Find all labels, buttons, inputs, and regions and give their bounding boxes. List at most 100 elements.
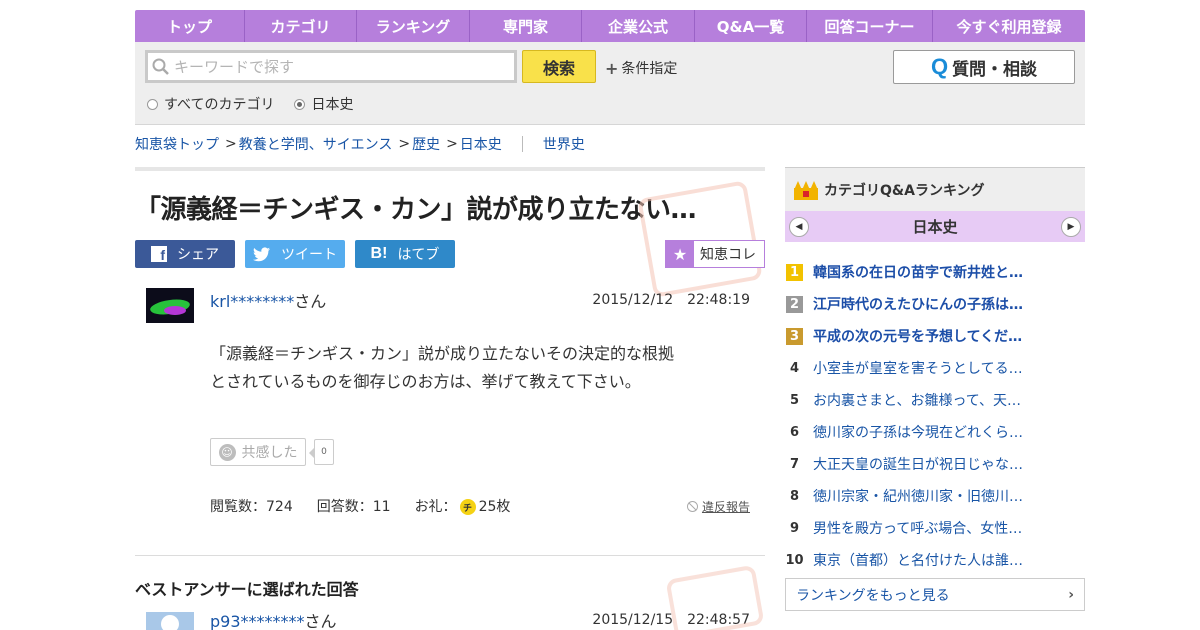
ranking-item[interactable]: 9 男性を殿方って呼ぶ場合、女性… [785, 512, 1085, 544]
nav-ranking[interactable]: ランキング [357, 10, 470, 42]
empathy-label: 共感した [241, 445, 298, 461]
breadcrumb-science[interactable]: 教養と学問、サイエンス [239, 134, 393, 154]
next-category-icon[interactable]: ▶ [1060, 216, 1081, 237]
chevron-right-icon: › [1068, 586, 1074, 603]
hatena-bookmark-icon: B! [370, 245, 388, 262]
facebook-share-label: シェア [177, 247, 219, 263]
report-link[interactable]: 違反報告 [686, 498, 750, 515]
ranking-list: 1 韓国系の在日の苗字で新井姓と… 2 江戸時代のえたひにんの子孫は… 3 平成の次の… [785, 256, 1085, 576]
nav-official[interactable]: 企業公式 [582, 10, 695, 42]
hatena-share-button[interactable]: B! はてブ [355, 240, 455, 268]
empathy-button[interactable]: ☺ 共感した [210, 438, 306, 466]
scope-all-label: すべてのカテゴリ [164, 97, 275, 113]
sidebar-ranking: カテゴリQ&Aランキング ◀ 日本史 ▶ 1 韓国系の在日の苗字で新井姓と… 2江… [785, 167, 1085, 611]
ranking-link[interactable]: 大正天皇の誕生日が祝日じゃな… [813, 454, 1023, 474]
ranking-item[interactable]: 1 韓国系の在日の苗字で新井姓と… [785, 256, 1085, 288]
twitter-icon [253, 246, 270, 261]
avatar[interactable] [146, 612, 194, 630]
ranking-link[interactable]: 東京（首都）と名付けた人は誰… [813, 550, 1023, 570]
question-body-line: 「源義経＝チンギス・カン」説が成り立たないその決定的な根拠 [210, 344, 675, 363]
ranking-item[interactable]: 10 東京（首都）と名付けた人は誰… [785, 544, 1085, 576]
question-body: 「源義経＝チンギス・カン」説が成り立たないその決定的な根拠 とされているものを御… [210, 340, 690, 396]
ranking-category-bar: ◀ 日本史 ▶ [785, 211, 1085, 242]
facebook-share-button[interactable]: f シェア [135, 240, 235, 268]
breadcrumb-top[interactable]: 知恵袋トップ [135, 134, 219, 154]
prev-category-icon[interactable]: ◀ [789, 216, 809, 237]
chiekore-button[interactable]: ★ 知恵コレ [665, 240, 765, 268]
twitter-share-label: ツイート [281, 247, 337, 263]
nav-top[interactable]: トップ [135, 10, 245, 42]
nav-qa-list[interactable]: Q&A一覧 [695, 10, 807, 42]
ranking-item[interactable]: 8 徳川宗家・紀州徳川家・旧徳川… [785, 480, 1085, 512]
question-q-icon: Q [930, 54, 949, 79]
reward-label: お礼： [414, 499, 457, 515]
more-ranking-label: ランキングをもっと見る [796, 587, 950, 604]
ranking-link[interactable]: 男性を殿方って呼ぶ場合、女性… [813, 518, 1022, 538]
ranking-title: カテゴリQ&Aランキング [824, 182, 985, 199]
twitter-share-button[interactable]: ツイート [245, 240, 345, 268]
condition-label: 条件指定 [621, 61, 678, 77]
scope-current-radio[interactable]: 日本史 [294, 94, 353, 114]
breadcrumb-separator: > [398, 136, 411, 152]
search-icon [152, 58, 169, 75]
breadcrumb-history[interactable]: 歴史 [412, 134, 440, 154]
rank-number: 7 [789, 456, 800, 472]
rank-number: 5 [789, 392, 800, 408]
scope-current-label: 日本史 [311, 97, 354, 113]
report-label: 違反報告 [701, 500, 750, 514]
nav-register[interactable]: 今すぐ利用登録 [933, 10, 1085, 42]
reward: お礼：チ 25枚 [414, 496, 511, 516]
search-area: キーワードで探す 検索 + 条件指定 Q 質問・相談 すべてのカテゴリ 日本史 [135, 42, 1085, 125]
nav-category[interactable]: カテゴリ [245, 10, 357, 42]
ranking-link[interactable]: 平成の次の元号を予想してくだ… [813, 326, 1022, 346]
ranking-link[interactable]: 徳川家の子孫は今現在どれくら… [813, 422, 1023, 442]
related-world-history[interactable]: 世界史 [543, 134, 585, 154]
more-ranking-button[interactable]: ランキングをもっと見る › [785, 578, 1085, 611]
global-nav: トップ カテゴリ ランキング 専門家 企業公式 Q&A一覧 回答コーナー 今すぐ… [135, 10, 1085, 42]
ranking-link[interactable]: 徳川宗家・紀州徳川家・旧徳川… [813, 486, 1023, 506]
breadcrumb-japanese-history[interactable]: 日本史 [460, 134, 502, 154]
search-button[interactable]: 検索 [522, 50, 596, 83]
question-body-line: とされているものを御存じのお方は、挙げて教えて下さい。 [210, 372, 641, 391]
ask-question-label: 質問・相談 [952, 59, 1038, 80]
smile-icon: ☺ [218, 443, 236, 461]
ranking-item[interactable]: 3 平成の次の元号を予想してくだ… [785, 320, 1085, 352]
ranking-item[interactable]: 7 大正天皇の誕生日が祝日じゃな… [785, 448, 1085, 480]
rank-number: 3 [786, 327, 803, 345]
scope-all-radio[interactable]: すべてのカテゴリ [147, 94, 274, 114]
ranking-item[interactable]: 2 江戸時代のえたひにんの子孫は… [785, 288, 1085, 320]
question-stats: 閲覧数：724 回答数：11 お礼：チ 25枚 違反報告 [210, 496, 765, 516]
breadcrumb-separator: > [446, 136, 458, 152]
question-date: 2015/12/12 22:48:19 [592, 292, 750, 308]
watermark-stamp [637, 180, 763, 298]
section-divider [135, 555, 765, 556]
rank-number: 6 [789, 424, 800, 440]
view-count: 閲覧数：724 [210, 499, 293, 515]
ranking-link[interactable]: お内裏さまと、お雛様って、天… [813, 390, 1021, 410]
ask-question-button[interactable]: Q 質問・相談 [893, 50, 1075, 84]
rank-number: 10 [785, 552, 804, 568]
rank-number: 1 [786, 263, 803, 281]
rank-number: 2 [786, 295, 803, 313]
radio-selected-icon [294, 98, 306, 110]
condition-toggle[interactable]: + 条件指定 [605, 58, 677, 78]
question-header: krl********さん 2015/12/12 22:48:19 [135, 288, 765, 328]
ranking-link[interactable]: 小室圭が皇室を害そうとしてる… [813, 358, 1023, 378]
nav-answer-corner[interactable]: 回答コーナー [807, 10, 933, 42]
nav-experts[interactable]: 専門家 [470, 10, 582, 42]
answerer-link[interactable]: p93******** [210, 612, 305, 630]
search-input[interactable]: キーワードで探す [145, 50, 517, 83]
ranking-link[interactable]: 江戸時代のえたひにんの子孫は… [813, 294, 1023, 314]
ranking-link[interactable]: 韓国系の在日の苗字で新井姓と… [813, 262, 1023, 282]
search-placeholder: キーワードで探す [174, 58, 295, 76]
ranking-item[interactable]: 4 小室圭が皇室を害そうとしてる… [785, 352, 1085, 384]
empathy-count: 0 [309, 439, 334, 465]
reward-value: 25枚 [478, 499, 511, 515]
avatar[interactable] [146, 288, 194, 323]
breadcrumb: 知恵袋トップ > 教養と学問、サイエンス > 歴史 > 日本史 世界史 [135, 134, 585, 154]
breadcrumb-divider [521, 136, 523, 152]
questioner-link[interactable]: krl******** [210, 292, 294, 311]
honorific: さん [294, 292, 327, 311]
ranking-item[interactable]: 5 お内裏さまと、お雛様って、天… [785, 384, 1085, 416]
ranking-item[interactable]: 6 徳川家の子孫は今現在どれくら… [785, 416, 1085, 448]
